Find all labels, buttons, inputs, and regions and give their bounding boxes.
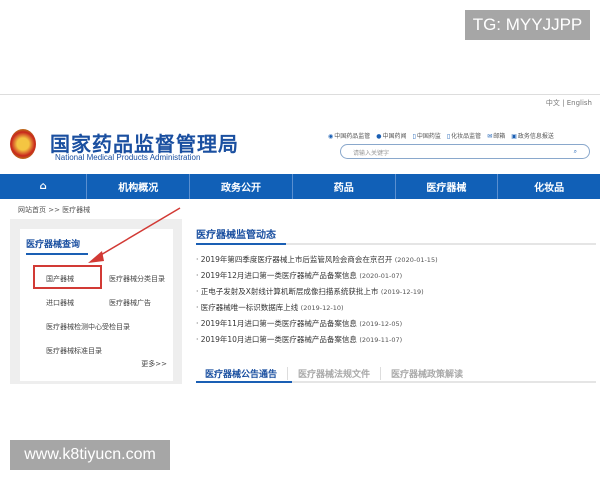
language-switch[interactable]: 中文 | English [546,98,592,108]
nav-item[interactable]: 机构概况 [87,174,191,199]
sidebar-item[interactable]: 进口器械 [46,298,74,308]
top-link-mail[interactable]: ✉邮箱 [487,131,505,140]
sidebar-title: 医疗器械查询 [26,237,88,255]
nav-item[interactable]: 政务公开 [190,174,293,199]
more-link[interactable]: 更多>> [141,359,167,369]
top-links: ◉中国药品监管 ●中国药闻 ▯中国药监 ▯化妆品监管 ✉邮箱 ▣政务信息报送 [328,131,554,140]
search-input[interactable]: 请输入关键字 ⌕ [340,144,590,159]
nav-item[interactable]: 药品 [293,174,396,199]
top-link-report[interactable]: ▣政务信息报送 [511,131,554,140]
watermark-bottom: www.k8tiyucn.com [10,440,170,470]
monitor-icon: ▣ [511,133,517,140]
site-subtitle: National Medical Products Administration [55,153,201,162]
website-screenshot: 中文 | English 国家药品监督管理局 National Medical … [0,94,600,384]
news-list: · 2019年第四季度医疗器械上市后监管风险会商会在京召开 (2020-01-1… [196,252,438,348]
watermark-top: TG: MYYJJPP [465,10,590,40]
sidebar-item[interactable]: 医疗器械标准目录 [46,346,102,356]
search-icon[interactable]: ⌕ [574,148,577,155]
mobile-icon: ▯ [412,133,416,140]
national-emblem-logo [10,129,36,159]
nav-item[interactable]: 医疗器械 [396,174,499,199]
weibo-icon: ◉ [328,133,334,140]
section-title[interactable]: 医疗器械监管动态 [196,226,276,241]
news-item[interactable]: · 2019年10月进口第一类医疗器械产品备案信息 (2019-11-07) [196,332,438,348]
top-link-weibo[interactable]: ◉中国药品监管 [328,131,370,140]
nav-home[interactable]: ⌂ [0,174,88,199]
news-item[interactable]: · 医疗器械唯一标识数据库上线 (2019-12-10) [196,300,438,316]
sidebar-item[interactable]: 医疗器械分类目录 [109,274,165,284]
news-item[interactable]: · 2019年11月进口第一类医疗器械产品备案信息 (2019-12-05) [196,316,438,332]
mobile-icon: ▯ [446,133,451,140]
tab-regulations[interactable]: 医疗器械法规文件 [288,367,382,380]
top-link-cosmetics[interactable]: ▯化妆品监管 [447,131,481,140]
news-item[interactable]: · 正电子发射及X射线计算机断层成像扫描系统获批上市 (2019-12-19) [196,284,438,300]
red-arrow-annotation [88,207,181,263]
tabs: 医疗器械公告通告 医疗器械法规文件 医疗器械政策解读 [205,367,473,380]
nav-item[interactable]: 化妆品 [498,174,600,199]
sidebar-item[interactable]: 国产器械 [46,274,74,284]
home-icon: ⌂ [39,181,47,192]
sidebar-item[interactable]: 医疗器械广告 [109,298,151,308]
top-link-wechat[interactable]: ●中国药闻 [376,131,406,140]
sidebar-item[interactable]: 医疗器械检测中心受检目录 [46,322,130,332]
mail-icon: ✉ [487,133,493,140]
news-item[interactable]: · 2019年第四季度医疗器械上市后监管风险会商会在京召开 (2020-01-1… [196,252,438,268]
tab-announcements[interactable]: 医疗器械公告通告 [205,367,289,380]
wechat-icon: ● [376,133,382,140]
tab-policy[interactable]: 医疗器械政策解读 [381,367,473,380]
news-item[interactable]: · 2019年12月进口第一类医疗器械产品备案信息 (2020-01-07) [196,268,438,284]
main-nav: ⌂ 机构概况 政务公开 药品 医疗器械 化妆品 [0,174,600,199]
top-link-app[interactable]: ▯中国药监 [413,131,441,140]
